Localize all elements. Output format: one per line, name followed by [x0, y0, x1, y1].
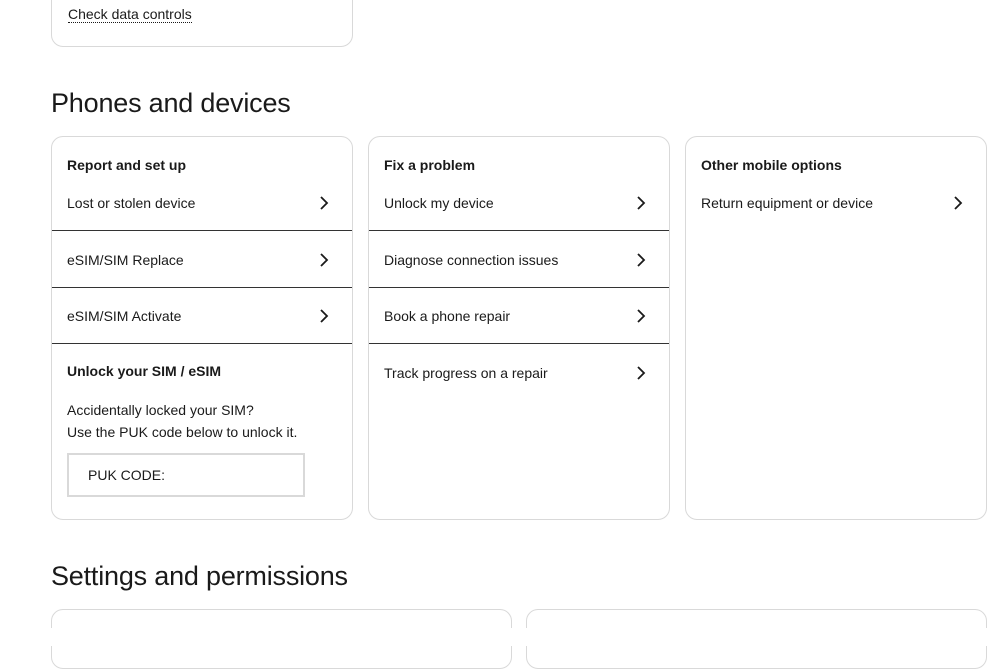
unlock-line-2: Use the PUK code below to unlock it. [67, 424, 298, 440]
phones-devices-title: Phones and devices [51, 88, 291, 118]
unlock-line-1: Accidentally locked your SIM? [67, 402, 254, 418]
settings-permissions-title: Settings and permissions [51, 561, 348, 591]
chevron-right-icon [629, 248, 653, 272]
report-setup-card: Report and set up Lost or stolen device … [51, 136, 353, 520]
data-controls-card: Check data controls [51, 0, 353, 47]
esim-replace-link[interactable]: eSIM/SIM Replace [52, 232, 352, 288]
divider [369, 230, 669, 231]
row-label: eSIM/SIM Replace [67, 252, 184, 268]
unlock-sim-description: Accidentally locked your SIM? Use the PU… [67, 399, 297, 443]
chevron-right-icon [312, 248, 336, 272]
return-equipment-link[interactable]: Return equipment or device [686, 175, 986, 231]
puk-code-box: PUK CODE: [67, 453, 305, 497]
unlock-device-link[interactable]: Unlock my device [369, 175, 669, 231]
divider [52, 343, 352, 344]
row-label: Lost or stolen device [67, 195, 196, 211]
unlock-sim-heading: Unlock your SIM / eSIM [67, 363, 222, 379]
chevron-right-icon [629, 304, 653, 328]
chevron-right-icon [312, 191, 336, 215]
fix-problem-card: Fix a problem Unlock my device Diagnose … [368, 136, 670, 520]
check-data-controls-link[interactable]: Check data controls [68, 6, 192, 23]
row-label: Book a phone repair [384, 308, 511, 324]
book-repair-link[interactable]: Book a phone repair [369, 288, 669, 344]
other-mobile-options-card: Other mobile options Return equipment or… [685, 136, 987, 520]
card-heading: Fix a problem [384, 157, 476, 173]
row-label: Unlock my device [384, 195, 494, 211]
chevron-right-icon [312, 304, 336, 328]
esim-activate-link[interactable]: eSIM/SIM Activate [52, 288, 352, 344]
chevron-right-icon [946, 191, 970, 215]
puk-code-label: PUK CODE: [88, 467, 166, 483]
diagnose-connection-link[interactable]: Diagnose connection issues [369, 232, 669, 288]
card-heading: Other mobile options [701, 157, 842, 173]
track-repair-link[interactable]: Track progress on a repair [369, 345, 669, 401]
chevron-right-icon [629, 361, 653, 385]
divider [369, 343, 669, 344]
row-label: Return equipment or device [701, 195, 873, 211]
page-bottom-edge [0, 628, 999, 646]
row-label: Diagnose connection issues [384, 252, 559, 268]
divider [52, 230, 352, 231]
lost-stolen-device-link[interactable]: Lost or stolen device [52, 175, 352, 231]
row-label: eSIM/SIM Activate [67, 308, 182, 324]
card-heading: Report and set up [67, 157, 187, 173]
row-label: Track progress on a repair [384, 365, 548, 381]
chevron-right-icon [629, 191, 653, 215]
